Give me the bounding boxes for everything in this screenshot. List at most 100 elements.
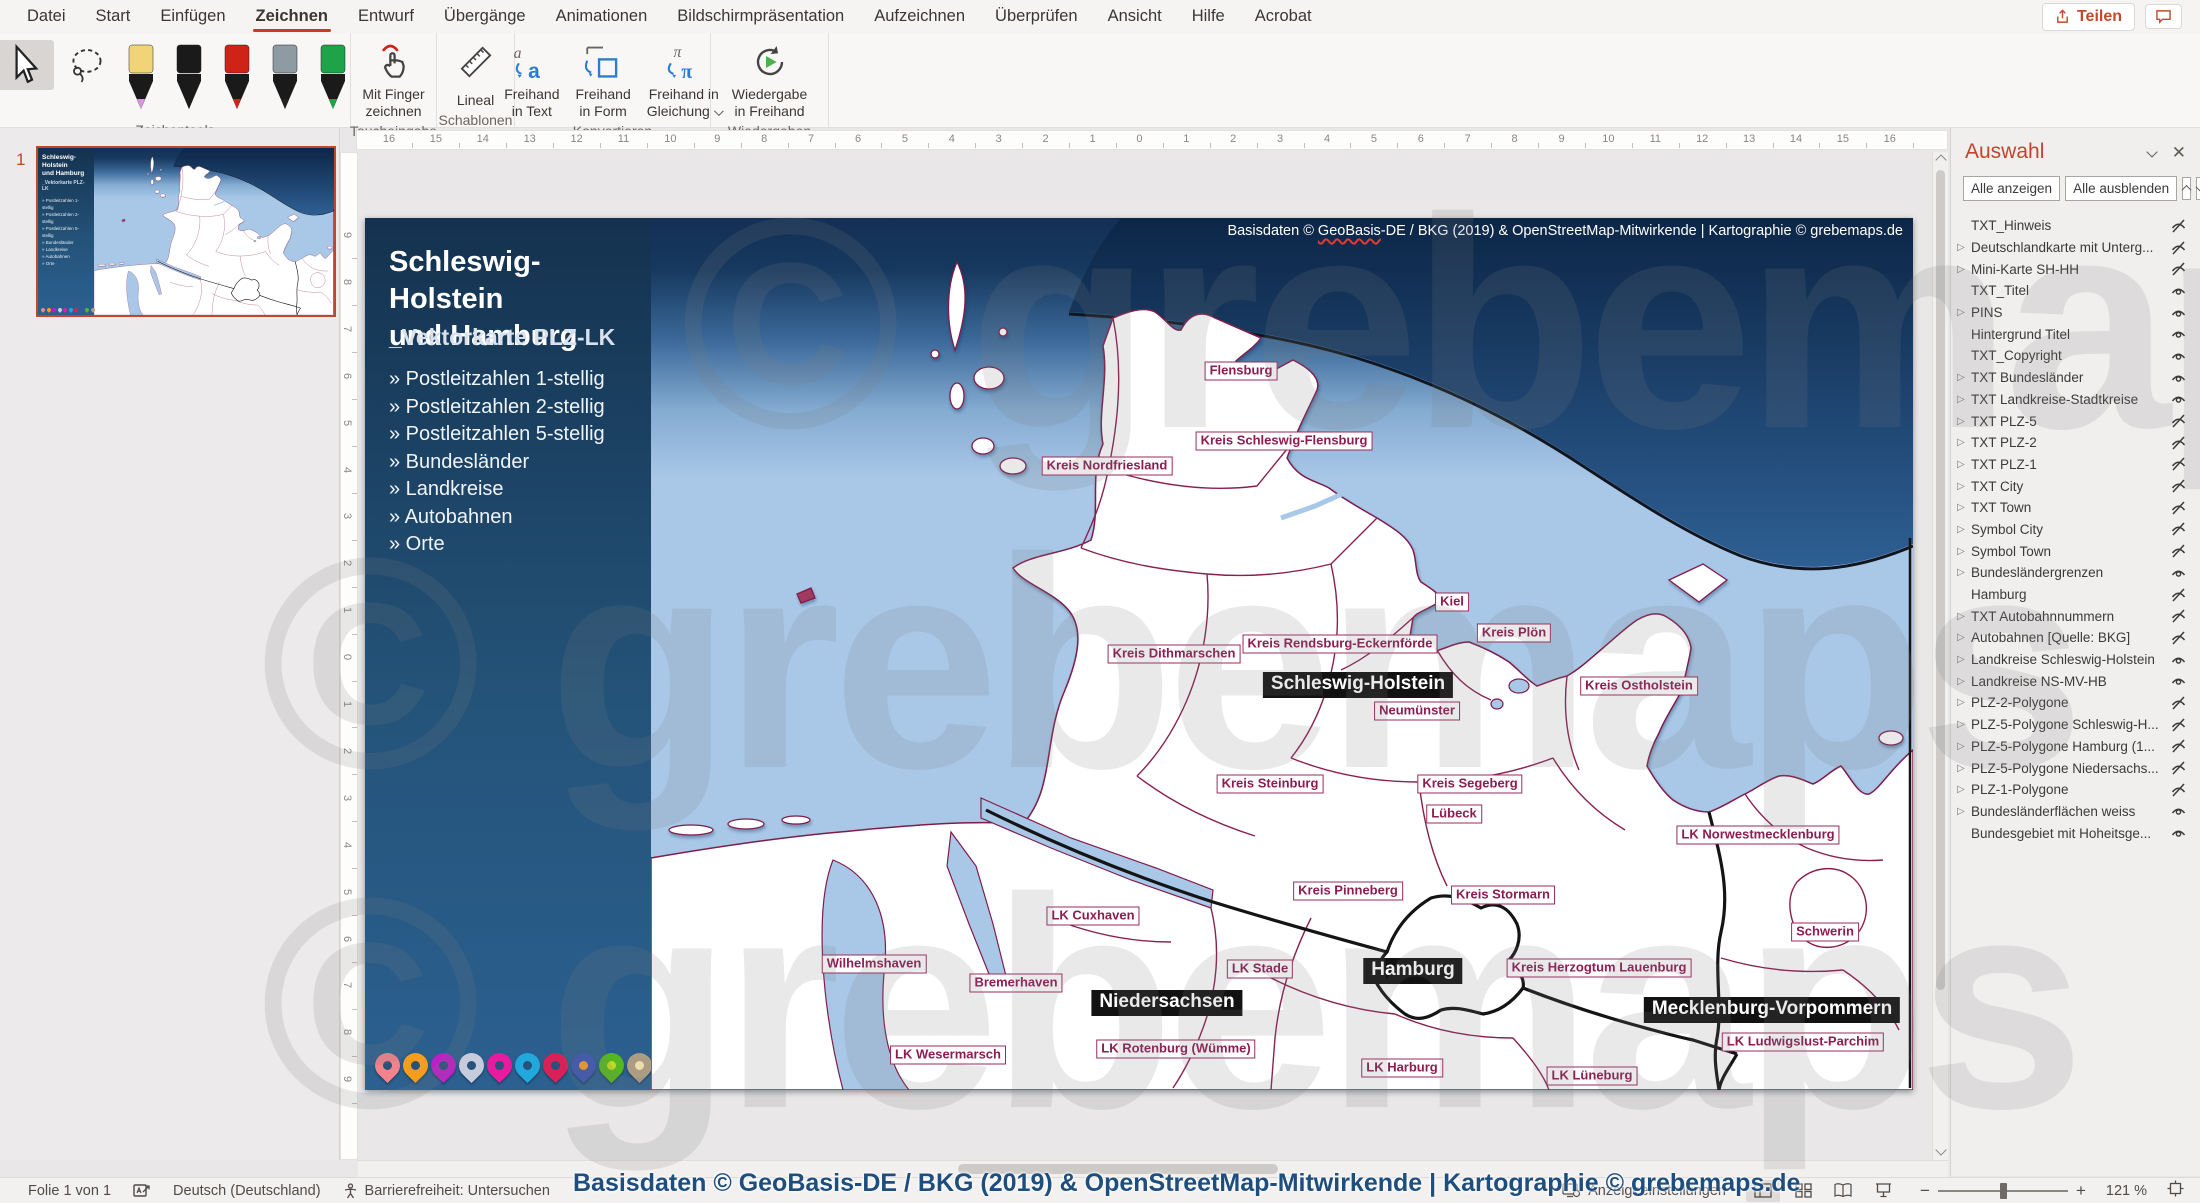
selection-item[interactable]: ▷PLZ-1-Polygone	[1951, 779, 2200, 801]
selection-item[interactable]: TXT_Hinweis	[1951, 215, 2200, 237]
eye-hidden-icon[interactable]	[2168, 219, 2188, 233]
selection-item[interactable]: ▷Bundesländerflächen weiss	[1951, 801, 2200, 823]
map-label-kreis-herzogtum-lauenburg[interactable]: Kreis Herzogtum Lauenburg	[1507, 959, 1692, 978]
slide-counter[interactable]: Folie 1 von 1	[28, 1183, 111, 1199]
eye-visible-icon[interactable]	[2168, 826, 2188, 840]
pencil-gray[interactable]	[264, 43, 306, 122]
tab-bildschirmpräsentation[interactable]: Bildschirmpräsentation	[664, 1, 857, 33]
map-label-kreis-pinneberg[interactable]: Kreis Pinneberg	[1293, 882, 1403, 901]
map-label-neumünster[interactable]: Neumünster	[1374, 702, 1460, 721]
slide-title-sidebar[interactable]: Schleswig-Holsteinund Hamburg _Vektorkar…	[365, 218, 651, 1090]
expand-icon[interactable]: ▷	[1957, 481, 1971, 492]
expand-icon[interactable]: ▷	[1957, 632, 1971, 643]
ruler-tool-button[interactable]: Lineal	[447, 37, 505, 112]
map-label-wilhelmshaven[interactable]: Wilhelmshaven	[822, 955, 927, 974]
map-label-lk-wesermarsch[interactable]: LK Wesermarsch	[890, 1046, 1006, 1065]
draw-with-finger-button[interactable]: Mit Fingerzeichnen	[356, 37, 430, 123]
selection-item[interactable]: ▷TXT Landkreise-Stadtkreise	[1951, 389, 2200, 411]
expand-icon[interactable]: ▷	[1957, 654, 1971, 665]
expand-icon[interactable]: ▷	[1957, 567, 1971, 578]
selection-item[interactable]: Bundesgebiet mit Hoheitsge...	[1951, 822, 2200, 844]
selection-item[interactable]: TXT_Titel	[1951, 280, 2200, 302]
eye-hidden-icon[interactable]	[2168, 436, 2188, 450]
eye-hidden-icon[interactable]	[2168, 696, 2188, 710]
selection-item[interactable]: ▷TXT City	[1951, 475, 2200, 497]
vertical-ruler[interactable]: 9876543210123456789	[340, 152, 358, 1160]
map-label-flensburg[interactable]: Flensburg	[1205, 362, 1278, 381]
tab-aufzeichnen[interactable]: Aufzeichnen	[861, 1, 978, 33]
state-label-niedersachsen[interactable]: Niedersachsen	[1091, 990, 1242, 1016]
zoom-slider[interactable]: − +	[1920, 1181, 2086, 1201]
expand-icon[interactable]: ▷	[1957, 459, 1971, 470]
expand-icon[interactable]: ▷	[1957, 524, 1971, 535]
eye-visible-icon[interactable]	[2168, 371, 2188, 385]
selection-item[interactable]: ▷Deutschlandkarte mit Unterg...	[1951, 237, 2200, 259]
map-label-lk-stade[interactable]: LK Stade	[1227, 960, 1293, 979]
map-label-bremerhaven[interactable]: Bremerhaven	[969, 974, 1062, 993]
tab-entwurf[interactable]: Entwurf	[345, 1, 427, 33]
expand-icon[interactable]: ▷	[1957, 784, 1971, 795]
zoom-level[interactable]: 121 %	[2106, 1183, 2147, 1199]
zoom-out-icon[interactable]: −	[1920, 1181, 1930, 1201]
slide-canvas[interactable]: Schleswig-Holsteinund Hamburg _Vektorkar…	[365, 218, 1913, 1090]
lasso-select-button[interactable]	[58, 40, 116, 90]
map-label-lk-lüneburg[interactable]: LK Lüneburg	[1547, 1067, 1638, 1086]
eye-hidden-icon[interactable]	[2168, 783, 2188, 797]
eye-visible-icon[interactable]	[2168, 392, 2188, 406]
tab-start[interactable]: Start	[83, 1, 144, 33]
vector-map[interactable]: Basisdaten © GeoBasis-DE / BKG (2019) & …	[651, 218, 1913, 1090]
map-label-lk-cuxhaven[interactable]: LK Cuxhaven	[1046, 907, 1139, 926]
eye-visible-icon[interactable]	[2168, 327, 2188, 341]
selection-item[interactable]: ▷Bundesländergrenzen	[1951, 562, 2200, 584]
eye-hidden-icon[interactable]	[2168, 718, 2188, 732]
slide-thumbnail[interactable]: Schleswig-Holsteinund Hamburg _Vektorkar…	[36, 146, 336, 317]
map-label-lk-rotenburg-wümme-[interactable]: LK Rotenburg (Wümme)	[1096, 1040, 1255, 1059]
eye-hidden-icon[interactable]	[2168, 544, 2188, 558]
tab-hilfe[interactable]: Hilfe	[1179, 1, 1238, 33]
reading-view-button[interactable]	[1826, 1180, 1860, 1202]
map-label-lk-ludwigslust-parchim[interactable]: LK Ludwigslust-Parchim	[1722, 1033, 1884, 1052]
eye-visible-icon[interactable]	[2168, 349, 2188, 363]
ink-to-shape-button[interactable]: Freihandin Form	[569, 37, 636, 123]
selection-item[interactable]: TXT_Copyright	[1951, 345, 2200, 367]
map-label-kreis-plön[interactable]: Kreis Plön	[1477, 624, 1551, 643]
eye-visible-icon[interactable]	[2168, 306, 2188, 320]
selection-item[interactable]: ▷TXT PLZ-2	[1951, 432, 2200, 454]
selection-item[interactable]: ▷PLZ-2-Polygone	[1951, 692, 2200, 714]
tab-einfügen[interactable]: Einfügen	[147, 1, 238, 33]
selection-item[interactable]: ▷Landkreise NS-MV-HB	[1951, 670, 2200, 692]
map-label-schwerin[interactable]: Schwerin	[1791, 923, 1859, 942]
expand-icon[interactable]: ▷	[1957, 763, 1971, 774]
map-label-lk-norwestmecklenburg[interactable]: LK Norwestmecklenburg	[1676, 826, 1839, 845]
expand-icon[interactable]: ▷	[1957, 416, 1971, 427]
move-down-button[interactable]	[2196, 177, 2200, 200]
pen-highlighter-green[interactable]	[312, 43, 354, 122]
selection-item[interactable]: ▷Autobahnen [Quelle: BKG]	[1951, 627, 2200, 649]
eye-hidden-icon[interactable]	[2168, 479, 2188, 493]
selection-item[interactable]: ▷PLZ-5-Polygone Schleswig-H...	[1951, 714, 2200, 736]
eye-hidden-icon[interactable]	[2168, 522, 2188, 536]
vertical-scrollbar[interactable]	[1932, 152, 1948, 1160]
map-label-kreis-rendsburg-eckernförde[interactable]: Kreis Rendsburg-Eckernförde	[1243, 635, 1438, 654]
map-label-kreis-ostholstein[interactable]: Kreis Ostholstein	[1580, 677, 1698, 696]
move-up-button[interactable]	[2182, 177, 2191, 200]
selection-item[interactable]: ▷TXT Bundesländer	[1951, 367, 2200, 389]
eye-visible-icon[interactable]	[2168, 804, 2188, 818]
tab-überprüfen[interactable]: Überprüfen	[982, 1, 1091, 33]
scroll-down-icon[interactable]	[1935, 1144, 1946, 1155]
state-label-hamburg[interactable]: Hamburg	[1363, 958, 1462, 984]
tab-ansicht[interactable]: Ansicht	[1095, 1, 1175, 33]
ink-to-text-button[interactable]: aa Freihandin Text	[498, 37, 565, 123]
eye-hidden-icon[interactable]	[2168, 241, 2188, 255]
map-label-kreis-schleswig-flensburg[interactable]: Kreis Schleswig-Flensburg	[1196, 432, 1373, 451]
spellcheck-status[interactable]	[133, 1183, 151, 1199]
ink-replay-button[interactable]: Wiedergabein Freihand	[726, 37, 814, 123]
zoom-thumb[interactable]	[2000, 1183, 2007, 1199]
expand-icon[interactable]: ▷	[1957, 546, 1971, 557]
pane-options-icon[interactable]	[2146, 146, 2157, 157]
map-label-kiel[interactable]: Kiel	[1435, 593, 1469, 612]
map-label-kreis-dithmarschen[interactable]: Kreis Dithmarschen	[1108, 645, 1241, 664]
expand-icon[interactable]: ▷	[1957, 741, 1971, 752]
selection-item[interactable]: ▷TXT PLZ-1	[1951, 454, 2200, 476]
map-label-kreis-segeberg[interactable]: Kreis Segeberg	[1417, 775, 1522, 794]
